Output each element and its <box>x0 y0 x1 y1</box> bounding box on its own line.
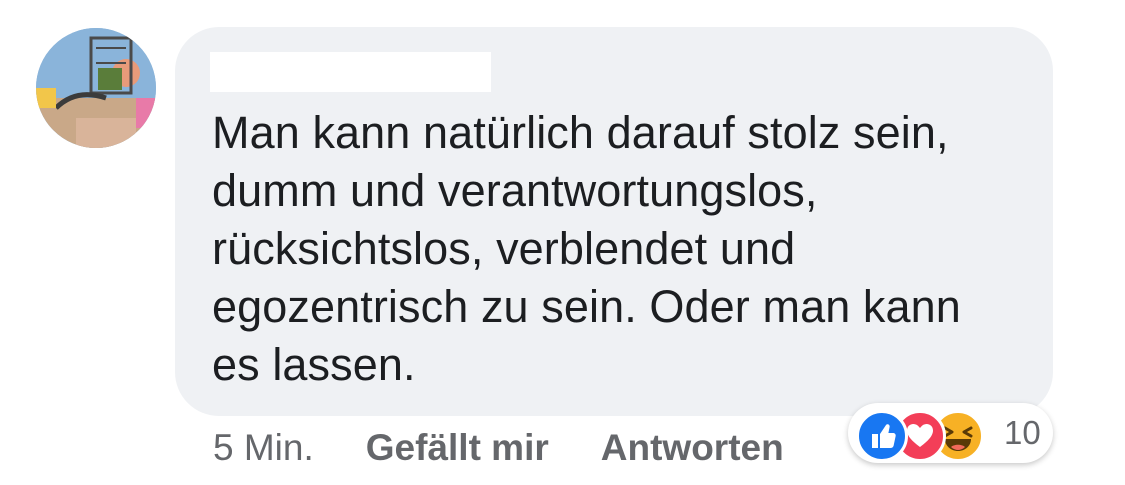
avatar-image <box>36 28 156 148</box>
author-name-redacted <box>210 52 491 92</box>
reaction-count: 10 <box>1004 414 1041 451</box>
like-icon <box>856 410 908 462</box>
comment-line: egozentrisch zu sein. Oder man kann <box>212 281 961 332</box>
comment-line: rücksichtslos, verblendet und <box>212 223 796 274</box>
comment-line: Man kann natürlich darauf stolz sein, <box>212 107 949 158</box>
reply-button[interactable]: Antworten <box>601 427 784 469</box>
timestamp[interactable]: 5 Min. <box>213 427 314 469</box>
comment-text: Man kann natürlich darauf stolz sein, du… <box>212 104 1032 394</box>
comment-line: dumm und verantwortungslos, <box>212 165 818 216</box>
like-button[interactable]: Gefällt mir <box>366 427 549 469</box>
avatar[interactable] <box>36 28 156 148</box>
comment-thread: Man kann natürlich darauf stolz sein, du… <box>0 0 1125 485</box>
reactions-summary[interactable]: 10 <box>848 403 1053 463</box>
comment-actions: 5 Min. Gefällt mir Antworten <box>213 420 784 476</box>
comment-line: es lassen. <box>212 339 416 390</box>
